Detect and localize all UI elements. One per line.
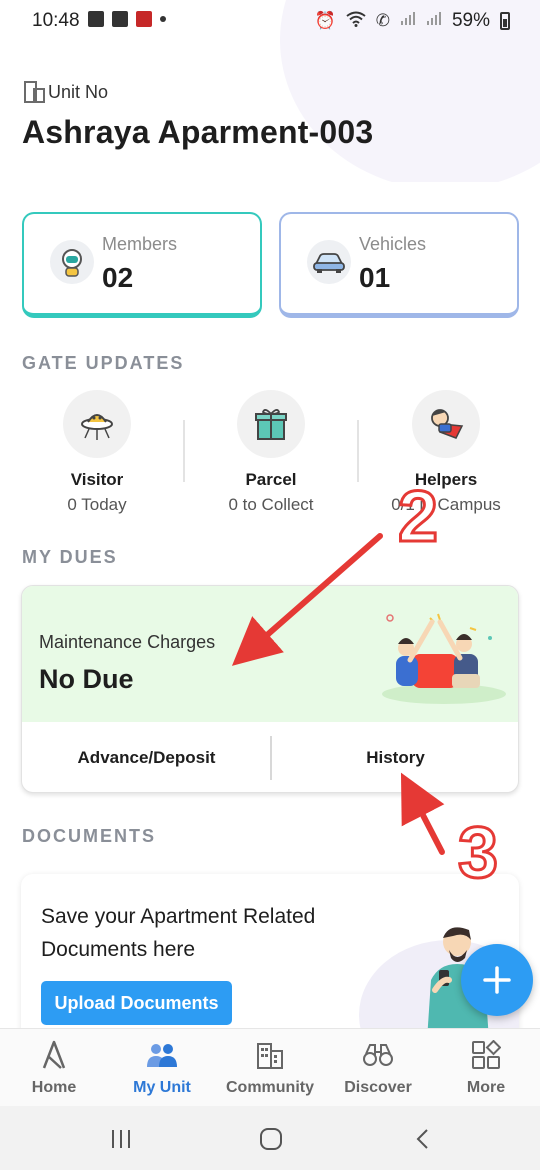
- dues-summary[interactable]: Maintenance Charges No Due: [22, 586, 518, 722]
- vehicles-count: 01: [359, 262, 391, 293]
- annotation-label-2: 2: [396, 476, 439, 559]
- high-five-illustration: [382, 613, 506, 704]
- visitor-label: Visitor: [70, 470, 124, 489]
- parcel-label: Parcel: [245, 470, 297, 489]
- ufo-icon: [63, 390, 131, 458]
- members-card[interactable]: Members 02: [22, 212, 262, 318]
- gate-item-visitor[interactable]: Visitor 0 Today: [17, 390, 177, 515]
- signal-icon: [400, 10, 416, 32]
- battery-icon: [500, 12, 510, 30]
- recent-apps-icon[interactable]: [106, 1126, 136, 1152]
- gallery-icon: [88, 11, 104, 27]
- nav-home-label: Home: [31, 1079, 77, 1096]
- buildings-icon: [253, 1039, 287, 1071]
- documents-title: DOCUMENTS: [22, 826, 156, 846]
- gate-updates-title: GATE UPDATES: [22, 353, 185, 373]
- unit-title[interactable]: Ashraya Aparment-003: [22, 114, 373, 151]
- nav-home[interactable]: Home: [0, 1039, 108, 1097]
- documents-card: Save your Apartment Related Documents he…: [21, 874, 519, 1044]
- documents-text: Save your Apartment Related Documents he…: [41, 905, 316, 961]
- bottom-navigation: Home My Unit Community Discover More: [0, 1028, 540, 1106]
- app-notification-icon: [136, 11, 152, 27]
- history-button[interactable]: History: [271, 722, 518, 792]
- alarm-icon: ⏰: [314, 11, 336, 30]
- vehicles-label: Vehicles: [359, 234, 427, 254]
- my-dues-title: MY DUES: [22, 547, 118, 567]
- building-icon: [22, 80, 45, 103]
- helpers-count: 0/1 in Campus: [391, 495, 501, 514]
- gate-divider-2: [357, 420, 359, 482]
- helpers-label: Helpers: [414, 470, 478, 489]
- people-icon: [145, 1039, 179, 1071]
- wifi-icon: [346, 11, 366, 32]
- nav-discover[interactable]: Discover: [324, 1039, 432, 1097]
- members-label: Members: [102, 234, 178, 254]
- gate-item-helpers[interactable]: Helpers 0/1 in Campus: [366, 390, 526, 515]
- dues-label: Maintenance Charges: [39, 632, 216, 652]
- system-navigation-bar: [0, 1106, 540, 1170]
- parcel-count: 0 to Collect: [228, 495, 314, 514]
- nav-more-label: More: [466, 1079, 506, 1096]
- gate-divider: [183, 420, 185, 482]
- home-a-icon: [37, 1039, 71, 1071]
- back-icon[interactable]: [408, 1126, 438, 1152]
- status-system-icons: ⏰ ✆ 59%: [315, 10, 510, 32]
- status-time: 10:48: [32, 10, 80, 31]
- signal-icon-2: [426, 10, 442, 32]
- nav-my-unit-label: My Unit: [133, 1079, 191, 1096]
- nav-my-unit[interactable]: My Unit: [108, 1039, 216, 1097]
- annotation-label-3: 3: [456, 812, 499, 895]
- gift-icon: [237, 390, 305, 458]
- dues-status: No Due: [39, 664, 134, 694]
- unit-label: Unit No: [48, 82, 109, 102]
- calendar-icon: [112, 11, 128, 27]
- members-count: 02: [102, 262, 134, 293]
- vehicles-card[interactable]: Vehicles 01: [279, 212, 519, 318]
- gate-item-parcel[interactable]: Parcel 0 to Collect: [191, 390, 351, 515]
- nav-more[interactable]: More: [432, 1039, 540, 1097]
- nav-discover-label: Discover: [344, 1079, 412, 1096]
- advance-deposit-button[interactable]: Advance/Deposit: [22, 722, 271, 792]
- add-fab-button[interactable]: [461, 944, 533, 1016]
- battery-percent: 59%: [451, 10, 490, 31]
- visitor-count: 0 Today: [67, 495, 127, 514]
- dues-card: Maintenance Charges No Due Advance/Depos…: [21, 585, 519, 793]
- status-bar: 10:48 ⏰ ✆ 59%: [0, 0, 540, 42]
- dues-actions: Advance/Deposit History: [22, 722, 518, 792]
- binoculars-icon: [361, 1039, 395, 1071]
- annotation-arrow-3: [400, 772, 445, 855]
- upload-documents-button[interactable]: Upload Documents: [41, 981, 232, 1025]
- nav-community[interactable]: Community: [216, 1039, 324, 1097]
- car-icon: [307, 240, 351, 284]
- astronaut-icon: [50, 240, 94, 284]
- wifi-calling-icon: ✆: [375, 11, 390, 30]
- superhero-icon: [412, 390, 480, 458]
- grid-icon: [469, 1039, 503, 1071]
- more-notifications-icon: [160, 16, 166, 22]
- status-notification-icons: [88, 11, 166, 27]
- plus-icon: [483, 966, 511, 994]
- header: 10:48 ⏰ ✆ 59% Unit No Ashraya Aparment-0…: [0, 0, 540, 182]
- nav-community-label: Community: [226, 1079, 314, 1096]
- home-circle-icon[interactable]: [256, 1126, 286, 1152]
- unit-label-row: Unit No: [22, 80, 109, 103]
